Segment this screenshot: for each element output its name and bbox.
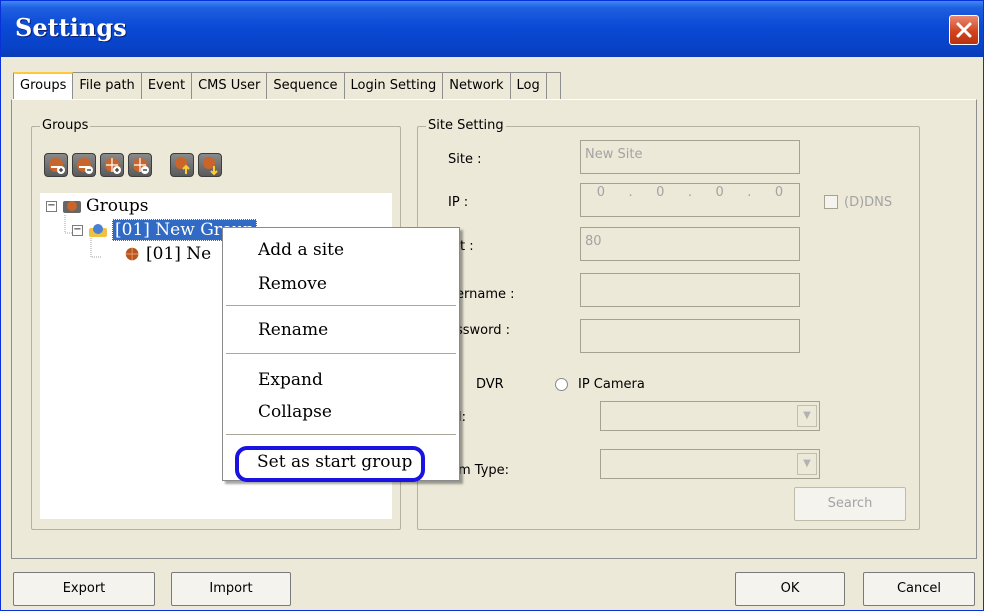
ip-label: IP : — [448, 195, 469, 210]
menu-separator — [226, 305, 456, 306]
export-button[interactable]: Export — [13, 572, 155, 606]
menu-item-remove[interactable]: Remove — [258, 274, 327, 294]
site-setting-groupbox: Site Setting Site : New Site IP : 0. 0. … — [417, 118, 920, 530]
username-label: ername : — [456, 287, 515, 302]
close-icon — [956, 22, 972, 38]
tab-strip-end — [546, 72, 561, 100]
ok-button[interactable]: OK — [735, 572, 845, 606]
remove-group-icon[interactable] — [72, 153, 96, 177]
menu-separator — [226, 353, 456, 354]
menu-separator — [226, 434, 456, 435]
tree-node-groups-label: Groups — [86, 196, 149, 216]
import-button[interactable]: Import — [171, 572, 291, 606]
ip-octet: 0 — [715, 185, 724, 200]
tree-node-site-01[interactable]: [01] Ne — [124, 243, 211, 265]
chevron-down-icon[interactable]: ▼ — [797, 405, 817, 427]
ip-camera-radio[interactable] — [555, 378, 568, 391]
collapse-toggle[interactable]: − — [46, 200, 57, 212]
stream-type-label: m Type: — [458, 463, 510, 478]
menu-item-expand[interactable]: Expand — [258, 370, 323, 390]
tree-context-menu: Add a site Remove Rename Expand Collapse… — [222, 227, 460, 482]
ddns-checkbox[interactable] — [824, 195, 838, 209]
groups-groupbox-title: Groups — [40, 118, 91, 133]
chevron-down-icon[interactable]: ▼ — [797, 453, 817, 475]
site-input[interactable]: New Site — [580, 140, 800, 174]
tab-login-setting[interactable]: Login Setting — [344, 72, 444, 100]
groups-root-icon — [63, 201, 81, 213]
ip-input[interactable]: 0. 0. 0. 0 — [580, 183, 800, 217]
port-input[interactable]: 80 — [580, 227, 800, 261]
tree-node-groups[interactable]: − Groups — [46, 195, 149, 217]
group-up-icon[interactable] — [170, 153, 194, 177]
groups-toolbar — [44, 153, 226, 177]
password-input[interactable] — [580, 319, 800, 353]
site-setting-title: Site Setting — [426, 118, 506, 133]
add-group-icon[interactable] — [44, 153, 68, 177]
title-bar[interactable]: Settings — [1, 1, 983, 57]
group-down-icon[interactable] — [198, 153, 222, 177]
ip-octet: 0 — [774, 185, 784, 200]
site-icon — [125, 247, 139, 261]
stream-type-select[interactable]: ▼ — [600, 449, 820, 479]
settings-window: Settings Groups File path Event CMS User… — [0, 0, 984, 611]
search-button[interactable]: Search — [794, 487, 906, 521]
dvr-label: DVR — [476, 377, 504, 392]
tab-strip: Groups File path Event CMS User Sequence… — [13, 72, 561, 100]
menu-item-rename[interactable]: Rename — [258, 320, 328, 340]
menu-item-set-start-group[interactable]: Set as start group — [257, 452, 412, 472]
remove-site-icon[interactable] — [128, 153, 152, 177]
ip-octet: 0 — [656, 185, 665, 200]
cancel-button[interactable]: Cancel — [863, 572, 975, 606]
site-label: Site : — [448, 152, 482, 167]
username-input[interactable] — [580, 273, 800, 307]
tab-event[interactable]: Event — [141, 72, 193, 100]
ddns-label: (D)DNS — [844, 195, 893, 210]
menu-item-collapse[interactable]: Collapse — [258, 402, 332, 422]
ip-octet: 0 — [596, 185, 606, 200]
ip-camera-label: IP Camera — [578, 377, 645, 392]
tab-network[interactable]: Network — [443, 72, 511, 100]
tab-file-path[interactable]: File path — [73, 72, 142, 100]
tab-sequence[interactable]: Sequence — [267, 72, 345, 100]
groups-tab-panel: Groups − Groups − [01] New Group [01] Ne… — [11, 99, 977, 559]
port-label: t : — [460, 239, 474, 254]
window-title: Settings — [15, 13, 127, 42]
tab-groups[interactable]: Groups — [13, 72, 74, 100]
group-icon — [89, 224, 107, 237]
tree-node-site-01-label: [01] Ne — [146, 244, 212, 264]
menu-item-add-site[interactable]: Add a site — [258, 240, 344, 260]
close-button[interactable] — [949, 15, 979, 45]
tab-cms-user[interactable]: CMS User — [192, 72, 268, 100]
collapse-toggle[interactable]: − — [72, 224, 83, 236]
model-select[interactable]: ▼ — [600, 401, 820, 431]
add-site-icon[interactable] — [100, 153, 124, 177]
password-label: ssword : — [456, 323, 511, 338]
tab-log[interactable]: Log — [510, 72, 547, 100]
